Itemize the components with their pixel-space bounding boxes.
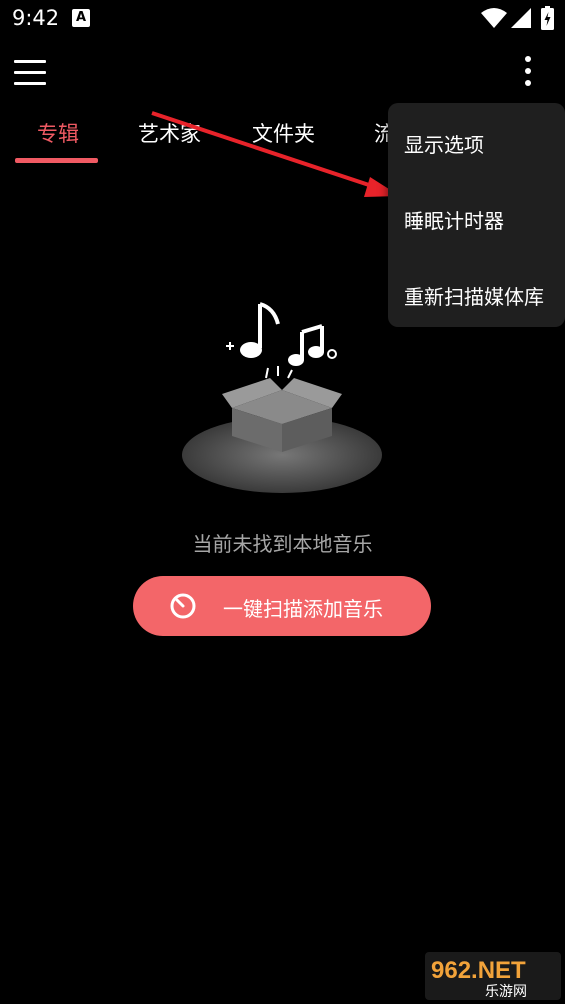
- scan-button-label: 一键扫描添加音乐: [223, 597, 383, 621]
- empty-box-music-illustration: [182, 302, 382, 493]
- overflow-popup-menu: 显示选项 睡眠计时器 重新扫描媒体库: [388, 103, 565, 327]
- watermark-brand: 962.NET: [431, 957, 526, 984]
- tab-indicator: [15, 158, 98, 163]
- battery-charging-icon: [541, 6, 554, 30]
- hamburger-menu-icon[interactable]: [14, 60, 46, 88]
- menu-item-display-options[interactable]: 显示选项: [404, 129, 484, 158]
- signal-icon: [511, 8, 531, 28]
- empty-state-message: 当前未找到本地音乐: [192, 532, 373, 556]
- tab-albums[interactable]: 专辑: [37, 118, 79, 148]
- status-bar: 9:42 A: [0, 0, 565, 38]
- timer-scan-icon: [170, 593, 196, 619]
- watermark-sub: 乐游网: [485, 984, 527, 1000]
- menu-item-rescan-library[interactable]: 重新扫描媒体库: [404, 281, 544, 310]
- menu-item-sleep-timer[interactable]: 睡眠计时器: [404, 205, 504, 234]
- status-time: 9:42: [12, 6, 60, 30]
- tab-folders[interactable]: 文件夹: [252, 118, 315, 148]
- wifi-icon: [481, 8, 507, 28]
- more-vert-icon[interactable]: [518, 56, 538, 92]
- scan-add-music-button[interactable]: 一键扫描添加音乐: [133, 576, 431, 636]
- tab-artists[interactable]: 艺术家: [138, 118, 201, 148]
- notification-a-icon: A: [72, 9, 90, 27]
- site-watermark-logo: 962.NET 乐游网: [425, 952, 561, 1000]
